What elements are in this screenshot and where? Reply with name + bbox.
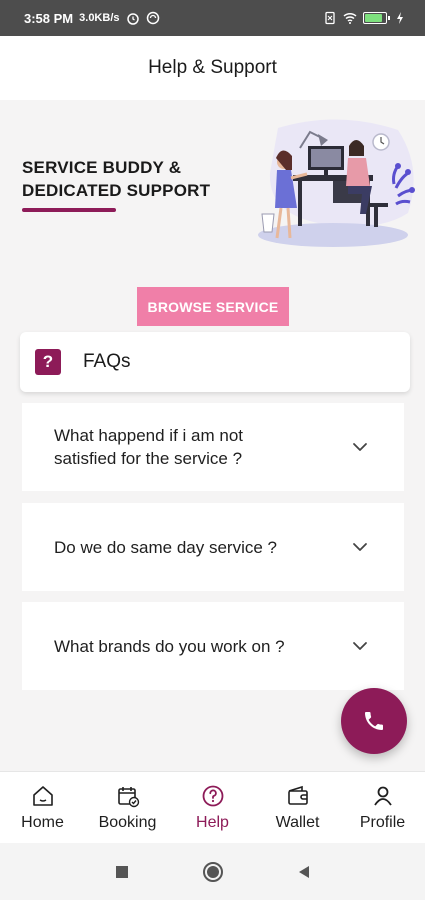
system-nav-bar (0, 843, 425, 900)
faq-item[interactable]: What happend if i am not satisfied for t… (22, 403, 404, 491)
nav-label-wallet: Wallet (275, 813, 320, 831)
home-icon (32, 785, 53, 806)
nav-item-home[interactable]: Home (1, 784, 85, 832)
status-left: 3:58 PM 3.0KB/s (24, 11, 160, 26)
faq-header: ? FAQs (20, 332, 410, 392)
nav-label-home: Home (21, 813, 64, 831)
nav-item-profile[interactable]: Profile (341, 784, 425, 832)
status-right (323, 11, 407, 25)
bottom-nav: Home Booking Help Wallet Profile (0, 771, 425, 843)
nav-item-help[interactable]: Help (171, 784, 255, 832)
hero-banner: SERVICE BUDDY & DEDICATED SUPPORT (0, 100, 425, 280)
hero-underline (22, 208, 116, 212)
status-bar: 3:58 PM 3.0KB/s (0, 0, 425, 36)
home-circle-icon[interactable] (202, 861, 224, 883)
battery-icon (363, 12, 390, 24)
question-icon: ? (35, 349, 61, 375)
nav-item-booking[interactable]: Booking (86, 784, 170, 832)
charging-icon (397, 12, 403, 24)
page-title: Help & Support (148, 57, 277, 78)
nav-label-booking: Booking (98, 813, 157, 831)
chevron-down-icon[interactable] (352, 542, 368, 552)
wifi-icon (343, 12, 357, 24)
faq-item[interactable]: Do we do same day service ? (22, 503, 404, 591)
sim-icon (325, 11, 335, 25)
recents-icon[interactable] (114, 864, 130, 880)
chevron-down-icon[interactable] (352, 442, 368, 452)
status-time: 3:58 PM (24, 10, 74, 26)
hero-title: SERVICE BUDDY & DEDICATED SUPPORT (22, 158, 211, 200)
nav-label-profile: Profile (359, 813, 406, 831)
faq-question: What brands do you work on ? (54, 636, 285, 656)
alarm-icon (126, 13, 139, 25)
network-speed: 3.0KB/s (79, 12, 120, 24)
faq-item[interactable]: What brands do you work on ? (22, 602, 404, 690)
nav-label-help: Help (196, 813, 229, 831)
browse-service-button[interactable]: BROWSE SERVICE (137, 287, 289, 326)
user-icon (373, 786, 392, 806)
faq-question: What happend if i am not satisfied for t… (54, 426, 244, 468)
chevron-down-icon[interactable] (352, 641, 368, 651)
faq-question: Do we do same day service ? (54, 537, 277, 557)
help-circle-icon (202, 785, 223, 806)
support-illustration (258, 119, 415, 247)
wallet-icon (287, 785, 308, 805)
faq-title: FAQs (83, 351, 131, 372)
phone-icon (365, 712, 383, 730)
nav-item-wallet[interactable]: Wallet (256, 784, 340, 832)
sync-icon (146, 11, 159, 25)
app-header: Help & Support (0, 36, 425, 100)
calendar-check-icon (117, 786, 139, 807)
call-button[interactable] (341, 688, 407, 754)
back-icon[interactable] (296, 864, 312, 880)
